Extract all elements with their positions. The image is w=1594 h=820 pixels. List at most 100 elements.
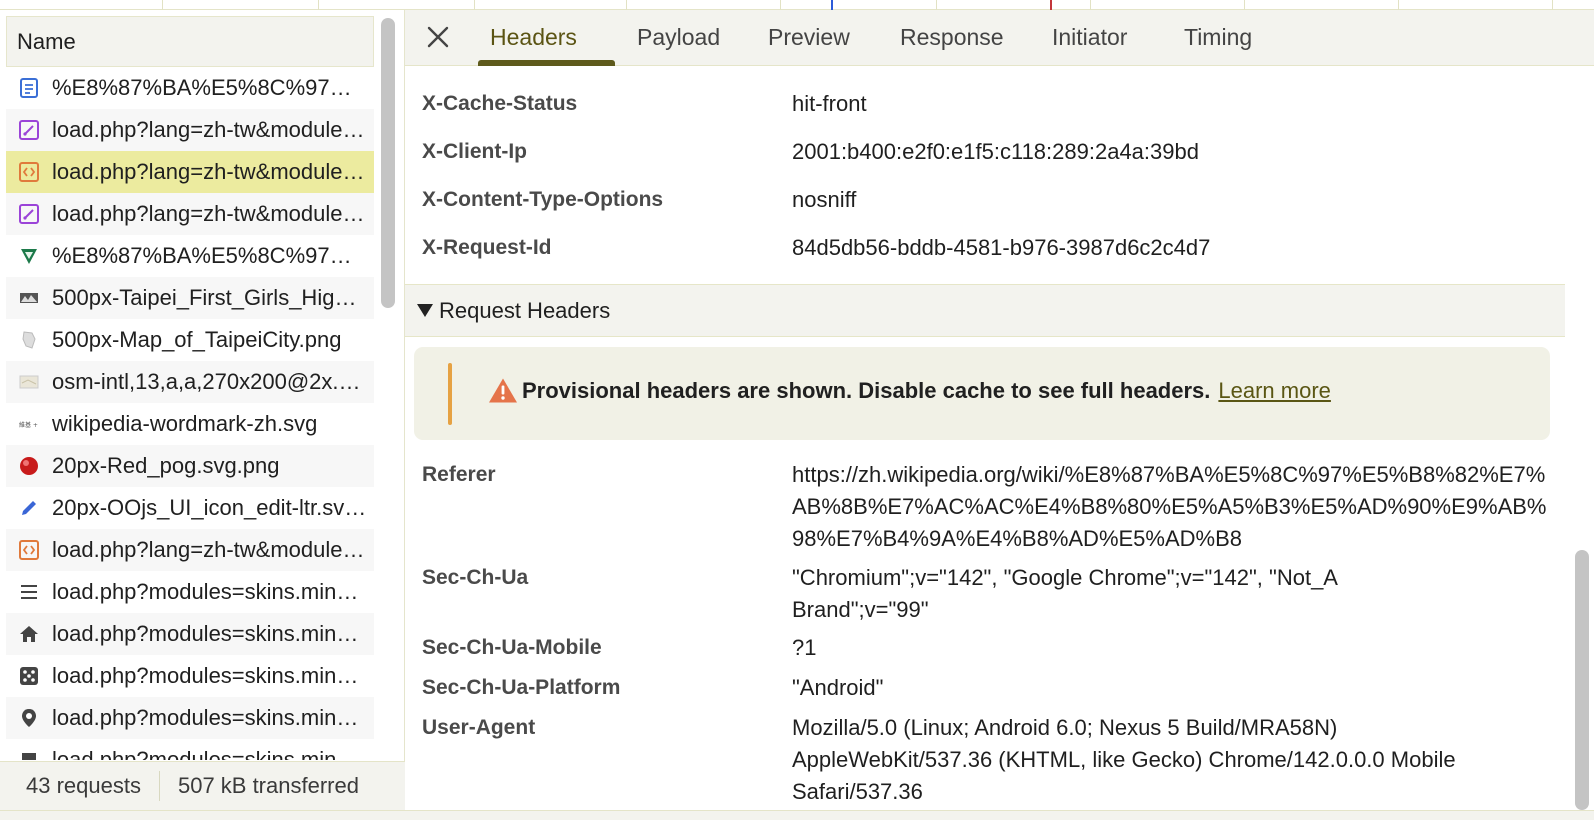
request-row[interactable]: osm-intl,13,a,a,270x200@2x.png xyxy=(6,361,374,403)
emblem-icon xyxy=(6,245,52,267)
request-row[interactable]: 20px-Red_pog.svg.png xyxy=(6,445,374,487)
timeline-gridline xyxy=(1244,0,1245,10)
warning-icon xyxy=(489,378,517,403)
status-footer: 43 requests 507 kB transferred xyxy=(0,761,405,810)
timeline-gridline xyxy=(626,0,627,10)
learn-more-link[interactable]: Learn more xyxy=(1218,378,1331,404)
request-name: %E8%87%BA%E5%8C%97%E5%B8%82%E7%AB%8B xyxy=(52,243,374,268)
request-row[interactable]: load.php?modules=skins.minerva.more xyxy=(6,739,374,760)
request-headers-section-toggle[interactable]: Request Headers xyxy=(405,285,1565,337)
timeline-gridline xyxy=(1552,0,1553,10)
timeline-gridline xyxy=(162,0,163,10)
tab-timing[interactable]: Timing xyxy=(1184,24,1252,51)
bottom-edge xyxy=(0,810,1594,820)
tab-initiator[interactable]: Initiator xyxy=(1052,24,1127,51)
timeline-gridline xyxy=(780,0,781,10)
tab-headers[interactable]: Headers xyxy=(490,24,577,51)
request-name: load.php?modules=skins.minerva.random xyxy=(52,663,374,688)
request-name: 500px-Map_of_TaipeiCity.png xyxy=(52,327,342,352)
request-name: load.php?lang=zh-tw&modules=ext.gadget xyxy=(52,537,374,562)
svg-text:維基 +: 維基 + xyxy=(19,421,38,429)
tab-payload[interactable]: Payload xyxy=(637,24,720,51)
request-name: 20px-OOjs_UI_icon_edit-ltr.svg.png xyxy=(52,495,374,520)
request-list: %E8%87%BA%E5%8C%97%E5%B8%82%E7%AB%8B load… xyxy=(6,67,374,760)
timeline-gridline xyxy=(936,0,937,10)
request-row[interactable]: %E8%87%BA%E5%8C%97%E5%B8%82%E7%AB%8B xyxy=(6,67,374,109)
footer-divider xyxy=(158,771,160,801)
request-name: wikipedia-wordmark-zh.svg xyxy=(52,411,318,436)
detail-tab-bar: Headers Payload Preview Response Initiat… xyxy=(405,10,1594,66)
detail-scrollbar[interactable] xyxy=(1575,550,1589,810)
request-detail-panel: Headers Payload Preview Response Initiat… xyxy=(405,10,1594,810)
script-icon xyxy=(6,161,52,183)
tab-response[interactable]: Response xyxy=(900,24,1004,51)
request-row[interactable]: load.php?modules=skins.minerva.home xyxy=(6,613,374,655)
timeline-gridline xyxy=(1398,0,1399,10)
request-name: osm-intl,13,a,a,270x200@2x.png xyxy=(52,369,374,394)
request-row[interactable]: load.php?modules=skins.minerva.random xyxy=(6,655,374,697)
request-name: load.php?modules=skins.minerva.nearby xyxy=(52,705,374,730)
header-name: X-Content-Type-Options xyxy=(422,188,664,211)
name-column-header[interactable]: Name xyxy=(6,16,374,67)
headers-content: X-Cache-Status hit-front X-Client-Ip 200… xyxy=(405,66,1585,810)
request-row[interactable]: 500px-Taipei_First_Girls_High_School.jpg xyxy=(6,277,374,319)
transferred-size: 507 kB transferred xyxy=(177,773,359,798)
header-name: Sec-Ch-Ua-Platform xyxy=(422,676,621,699)
request-row[interactable]: load.php?lang=zh-tw&modules=jquery xyxy=(6,151,374,193)
request-row[interactable]: load.php?lang=zh-tw&modules=ext.gadget xyxy=(6,529,374,571)
header-value: Mozilla/5.0 (Linux; Android 6.0; Nexus 5… xyxy=(792,715,1456,804)
header-name: Sec-Ch-Ua-Mobile xyxy=(422,636,602,659)
header-value: 2001:b400:e2f0:e1f5:c118:289:2a4a:39bd xyxy=(792,139,1199,164)
menu-icon xyxy=(6,581,52,603)
close-detail-button[interactable] xyxy=(421,20,455,54)
warning-text: Provisional headers are shown. Disable c… xyxy=(522,377,1211,403)
request-list-scrollbar[interactable] xyxy=(381,18,395,308)
request-row[interactable]: load.php?lang=zh-tw&modules=site.styles xyxy=(6,193,374,235)
request-name: load.php?lang=zh-tw&modules=jquery xyxy=(52,159,374,184)
dice-icon xyxy=(6,665,52,687)
header-name: Referer xyxy=(422,463,496,486)
document-icon xyxy=(6,77,52,99)
location-pin-icon xyxy=(6,707,52,729)
header-name: X-Client-Ip xyxy=(422,140,527,163)
map-image-icon xyxy=(6,329,52,351)
red-dot-icon xyxy=(6,455,52,477)
request-row[interactable]: %E8%87%BA%E5%8C%97%E5%B8%82%E7%AB%8B xyxy=(6,235,374,277)
request-list-panel: Name %E8%87%BA%E5%8C%97%E5%B8%82%E7%AB%8… xyxy=(0,10,405,810)
request-name: load.php?modules=skins.minerva.home xyxy=(52,621,374,646)
header-value: https://zh.wikipedia.org/wiki/%E8%87%BA%… xyxy=(792,462,1547,551)
header-name: X-Cache-Status xyxy=(422,92,578,115)
provisional-headers-warning: Provisional headers are shown. Disable c… xyxy=(414,347,1550,440)
name-column-label: Name xyxy=(17,28,76,54)
request-name: 20px-Red_pog.svg.png xyxy=(52,453,280,478)
header-value: "Android" xyxy=(792,675,884,700)
header-name: X-Request-Id xyxy=(422,236,552,259)
style-icon xyxy=(6,119,52,141)
timeline-gridline xyxy=(1090,0,1091,10)
request-row[interactable]: load.php?lang=zh-tw&modules=startup xyxy=(6,109,374,151)
request-name: %E8%87%BA%E5%8C%97%E5%B8%82%E7%AB%8B xyxy=(52,75,374,100)
network-timeline-overview[interactable] xyxy=(0,0,1594,10)
header-value: 84d5db56-bddb-4581-b976-3987d6c2c4d7 xyxy=(792,235,1211,260)
request-row[interactable]: load.php?modules=skins.minerva.nearby xyxy=(6,697,374,739)
header-value: nosniff xyxy=(792,187,857,212)
header-name: Sec-Ch-Ua xyxy=(422,566,529,589)
tab-preview[interactable]: Preview xyxy=(768,24,850,51)
photo-icon xyxy=(6,287,52,309)
square-icon xyxy=(6,749,52,760)
request-row[interactable]: load.php?modules=skins.minerva.icons xyxy=(6,571,374,613)
header-name: User-Agent xyxy=(422,716,536,739)
style-icon xyxy=(6,203,52,225)
timeline-gridline xyxy=(318,0,319,10)
request-name: load.php?lang=zh-tw&modules=startup xyxy=(52,117,374,142)
request-row[interactable]: 20px-OOjs_UI_icon_edit-ltr.svg.png xyxy=(6,487,374,529)
request-row[interactable]: 維基 + wikipedia-wordmark-zh.svg xyxy=(6,403,374,445)
section-title: Request Headers xyxy=(439,297,611,323)
request-row[interactable]: 500px-Map_of_TaipeiCity.png xyxy=(6,319,374,361)
request-name: 500px-Taipei_First_Girls_High_School.jpg xyxy=(52,285,374,310)
request-name: load.php?modules=skins.minerva.more xyxy=(52,747,374,760)
map-tile-icon xyxy=(6,371,52,393)
header-value: hit-front xyxy=(792,91,867,116)
script-icon xyxy=(6,539,52,561)
header-value: ?1 xyxy=(792,635,817,660)
